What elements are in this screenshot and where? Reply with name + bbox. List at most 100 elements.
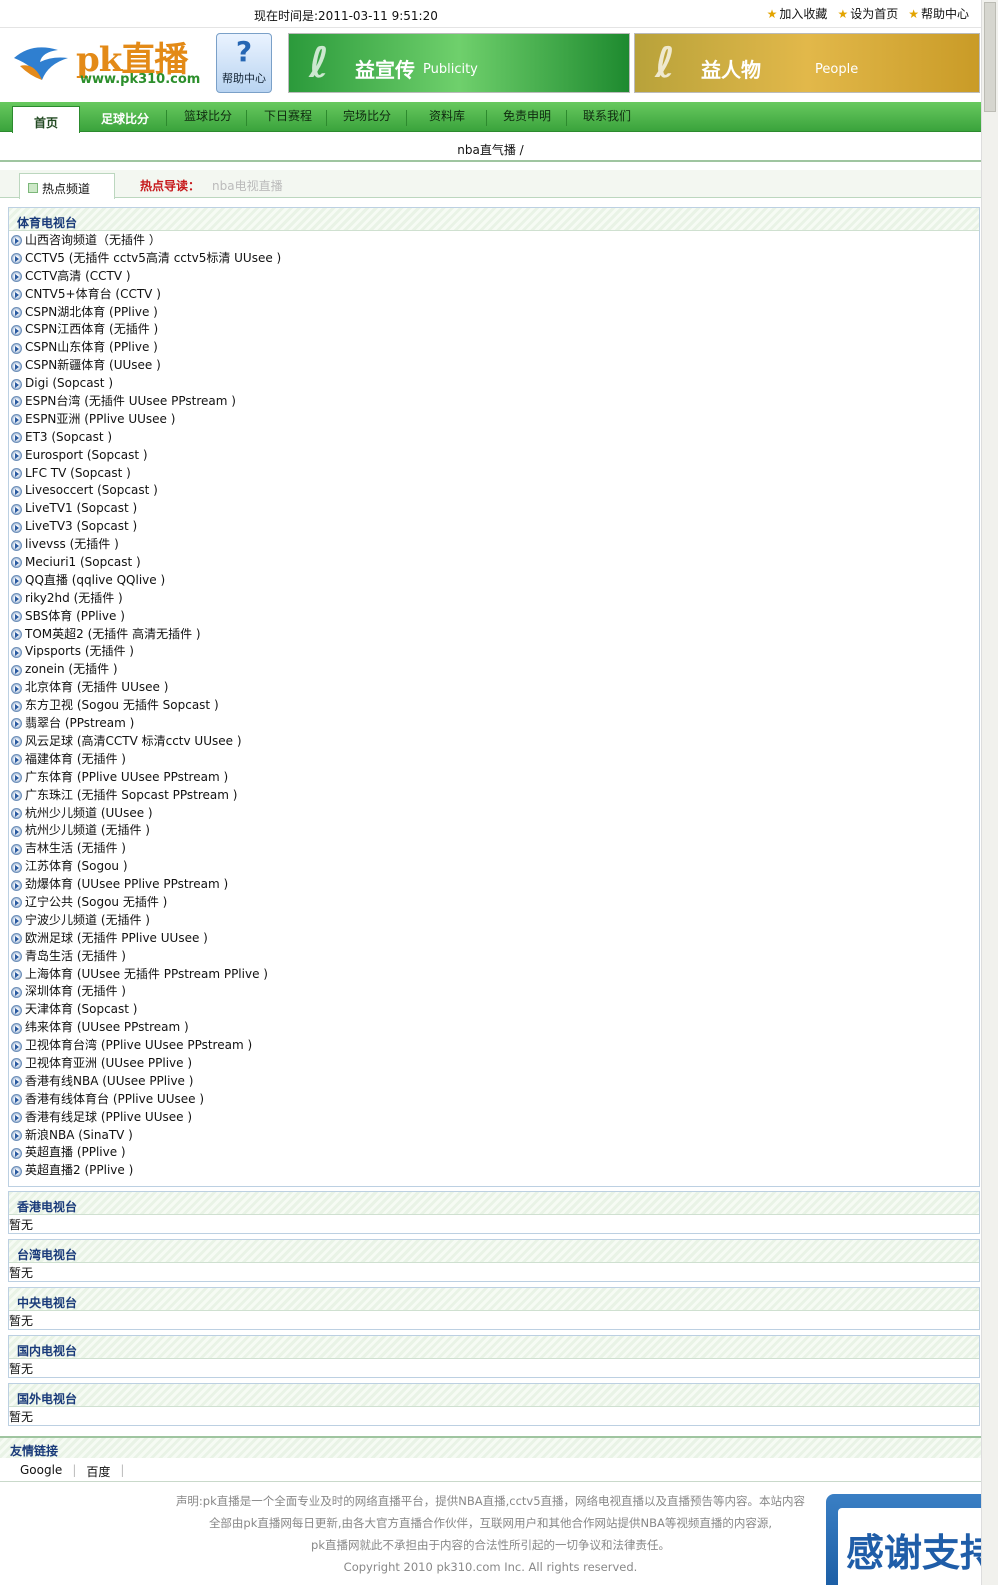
- hot-link[interactable]: nba电视直播: [212, 177, 283, 194]
- channel-item[interactable]: 江苏体育 (Sogou ): [11, 858, 979, 876]
- channel-item[interactable]: 北京体育 (无插件 UUsee ): [11, 679, 979, 697]
- channel-item[interactable]: 风云足球 (高清CCTV 标清cctv UUsee ): [11, 733, 979, 751]
- channel-item[interactable]: ESPN亚洲 (PPlive UUsee ): [11, 411, 979, 429]
- publicity-banner[interactable]: ℓ 益宣传 Publicity: [288, 33, 630, 93]
- help-center-link[interactable]: ★ 帮助中心: [908, 5, 969, 22]
- help-center-button[interactable]: ? 帮助中心: [216, 33, 272, 93]
- channel-item[interactable]: riky2hd (无插件 ): [11, 590, 979, 608]
- tab-hot-channels[interactable]: 热点频道: [19, 173, 115, 199]
- add-favorite-link[interactable]: ★ 加入收藏: [767, 5, 828, 22]
- play-bullet-icon: [11, 1165, 22, 1177]
- nav-disclaimer[interactable]: 免责申明: [503, 107, 551, 124]
- channel-label: 纬来体育 (UUsee PPstream ): [25, 1020, 189, 1035]
- channel-item[interactable]: 吉林生活 (无插件 ): [11, 840, 979, 858]
- channel-item[interactable]: livevss (无插件 ): [11, 536, 979, 554]
- section-hk-tv: 香港电视台 暂无: [8, 1191, 980, 1234]
- channel-item[interactable]: 广东体育 (PPlive UUsee PPstream ): [11, 769, 979, 787]
- channel-item[interactable]: 杭州少儿频道 (UUsee ): [11, 805, 979, 823]
- play-bullet-icon: [11, 629, 22, 641]
- thanks-float-ad[interactable]: 感谢支持: [826, 1494, 998, 1585]
- section-title: 香港电视台: [9, 1192, 979, 1215]
- nav-separator: [166, 110, 167, 126]
- channel-item[interactable]: zonein (无插件 ): [11, 661, 979, 679]
- channel-item[interactable]: CSPN山东体育 (PPlive ): [11, 339, 979, 357]
- channel-item[interactable]: CSPN湖北体育 (PPlive ): [11, 304, 979, 322]
- channel-item[interactable]: Eurosport (Sopcast ): [11, 447, 979, 465]
- scrollbar-thumb[interactable]: [984, 2, 996, 112]
- channel-item[interactable]: 香港有线NBA (UUsee PPlive ): [11, 1073, 979, 1091]
- channel-item[interactable]: SBS体育 (PPlive ): [11, 608, 979, 626]
- play-bullet-icon: [11, 539, 22, 551]
- channel-label: 新浪NBA (SinaTV ): [25, 1127, 133, 1142]
- vertical-scrollbar[interactable]: [981, 0, 998, 1585]
- channel-item[interactable]: LFC TV (Sopcast ): [11, 465, 979, 483]
- nav-database[interactable]: 资料库: [429, 107, 465, 124]
- channel-item[interactable]: 青岛生活 (无插件 ): [11, 948, 979, 966]
- section-title: 台湾电视台: [9, 1240, 979, 1263]
- channel-item[interactable]: 香港有线足球 (PPlive UUsee ): [11, 1109, 979, 1127]
- link-baidu[interactable]: 百度: [86, 1463, 110, 1481]
- channel-label: 上海体育 (UUsee 无插件 PPstream PPlive ): [25, 966, 268, 981]
- channel-item[interactable]: LiveTV1 (Sopcast ): [11, 500, 979, 518]
- set-homepage-link[interactable]: ★ 设为首页: [837, 5, 898, 22]
- channel-item[interactable]: 卫视体育台湾 (PPlive UUsee PPstream ): [11, 1037, 979, 1055]
- link-google[interactable]: Google: [20, 1463, 62, 1481]
- play-bullet-icon: [11, 1112, 22, 1124]
- play-bullet-icon: [11, 521, 22, 533]
- channel-item[interactable]: 香港有线体育台 (PPlive UUsee ): [11, 1091, 979, 1109]
- nav-schedule[interactable]: 下日赛程: [264, 107, 312, 124]
- channel-label: CCTV5 (无插件 cctv5高清 cctv5标清 UUsee ): [25, 250, 282, 265]
- channel-item[interactable]: CSPN新疆体育 (UUsee ): [11, 357, 979, 375]
- empty-text: 暂无: [9, 1362, 34, 1376]
- people-banner[interactable]: ℓ 益人物 People: [634, 33, 980, 93]
- site-logo[interactable]: pk直播 www.pk310.com: [12, 32, 202, 94]
- channel-item[interactable]: CCTV高清 (CCTV ): [11, 268, 979, 286]
- play-bullet-icon: [11, 360, 22, 372]
- channel-item[interactable]: 英超直播2 (PPlive ): [11, 1162, 979, 1180]
- channel-item[interactable]: TOM英超2 (无插件 高清无插件 ): [11, 626, 979, 644]
- channel-item[interactable]: 卫视体育亚洲 (UUsee PPlive ): [11, 1055, 979, 1073]
- channel-item[interactable]: CNTV5+体育台 (CCTV ): [11, 286, 979, 304]
- channel-item[interactable]: CCTV5 (无插件 cctv5高清 cctv5标清 UUsee ): [11, 250, 979, 268]
- play-bullet-icon: [11, 414, 22, 426]
- channel-item[interactable]: Digi (Sopcast ): [11, 375, 979, 393]
- channel-item[interactable]: 翡翠台 (PPstream ): [11, 715, 979, 733]
- channel-label: CSPN湖北体育 (PPlive ): [25, 304, 158, 319]
- channel-item[interactable]: 福建体育 (无插件 ): [11, 751, 979, 769]
- channel-item[interactable]: 山西咨询频道（无插件 ）: [11, 232, 979, 250]
- channel-item[interactable]: 广东珠江 (无插件 Sopcast PPstream ): [11, 787, 979, 805]
- channel-item[interactable]: 辽宁公共 (Sogou 无插件 ): [11, 894, 979, 912]
- channel-item[interactable]: 英超直播 (PPlive ): [11, 1144, 979, 1162]
- channel-item[interactable]: QQ直播 (qqlive QQlive ): [11, 572, 979, 590]
- nav-contact[interactable]: 联系我们: [583, 107, 631, 124]
- channel-item[interactable]: 新浪NBA (SinaTV ): [11, 1127, 979, 1145]
- nav-separator: [246, 110, 247, 126]
- channel-item[interactable]: Meciuri1 (Sopcast ): [11, 554, 979, 572]
- channel-item[interactable]: 天津体育 (Sopcast ): [11, 1001, 979, 1019]
- page: 现在时间是:2011-03-11 9:51:20 ★ 加入收藏 ★ 设为首页 ★ 帮助…: [0, 0, 981, 1585]
- channel-item[interactable]: LiveTV3 (Sopcast ): [11, 518, 979, 536]
- nav-home[interactable]: 首页: [12, 106, 80, 133]
- channel-item[interactable]: 上海体育 (UUsee 无插件 PPstream PPlive ): [11, 966, 979, 984]
- channel-item[interactable]: ESPN台湾 (无插件 UUsee PPstream ): [11, 393, 979, 411]
- channel-item[interactable]: 杭州少儿频道 (无插件 ): [11, 822, 979, 840]
- channel-label: CNTV5+体育台 (CCTV ): [25, 286, 161, 301]
- channel-item[interactable]: Vipsports (无插件 ): [11, 643, 979, 661]
- play-bullet-icon: [11, 790, 22, 802]
- channel-item[interactable]: 东方卫视 (Sogou 无插件 Sopcast ): [11, 697, 979, 715]
- nav-final-scores[interactable]: 完场比分: [343, 107, 391, 124]
- channel-label: LiveTV1 (Sopcast ): [25, 501, 138, 516]
- nav-football-scores[interactable]: 足球比分: [101, 110, 149, 127]
- channel-item[interactable]: 深圳体育 (无插件 ): [11, 983, 979, 1001]
- play-bullet-icon: [11, 754, 22, 766]
- channel-item[interactable]: 纬来体育 (UUsee PPstream ): [11, 1019, 979, 1037]
- nav-basketball-scores[interactable]: 篮球比分: [184, 107, 232, 124]
- channel-item[interactable]: 劲爆体育 (UUsee PPlive PPstream ): [11, 876, 979, 894]
- channel-item[interactable]: CSPN江西体育 (无插件 ): [11, 321, 979, 339]
- play-bullet-icon: [11, 1094, 22, 1106]
- play-bullet-icon: [11, 915, 22, 927]
- channel-item[interactable]: 宁波少儿频道 (无插件 ): [11, 912, 979, 930]
- channel-item[interactable]: Livesoccert (Sopcast ): [11, 482, 979, 500]
- channel-item[interactable]: ET3 (Sopcast ): [11, 429, 979, 447]
- channel-item[interactable]: 欧洲足球 (无插件 PPlive UUsee ): [11, 930, 979, 948]
